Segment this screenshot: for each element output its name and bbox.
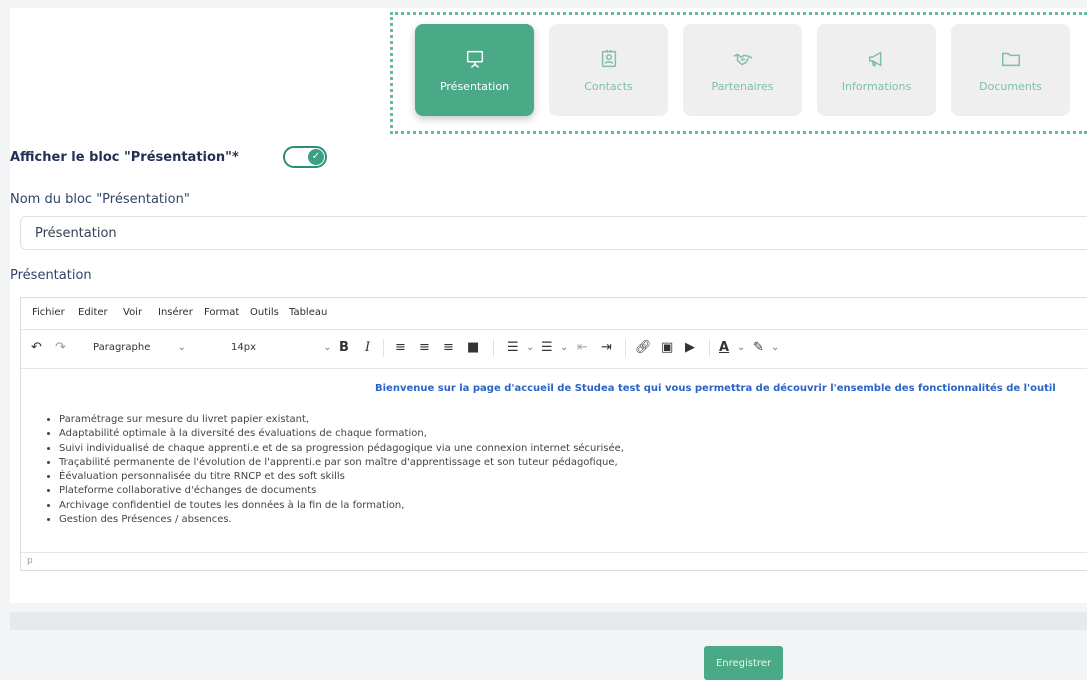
undo-icon[interactable]: ↶ xyxy=(31,340,42,356)
menu-outils[interactable]: Outils xyxy=(250,307,279,318)
editor-toolbar: ↶ ↷ Paragraphe ⌄ 14px ⌄ B I ≡ ≡ ≡ ■ ☰ ⌄ … xyxy=(21,330,1087,369)
rich-text-editor[interactable]: Fichier Editer Voir Insérer Format Outil… xyxy=(20,297,1087,571)
save-button[interactable]: Enregistrer xyxy=(704,646,783,680)
tab-label: Documents xyxy=(979,79,1042,93)
chevron-down-icon[interactable]: ⌄ xyxy=(771,340,779,356)
megaphone-icon xyxy=(868,50,881,67)
bold-icon[interactable]: B xyxy=(339,340,349,356)
list-item: Archivage confidentiel de toutes les don… xyxy=(59,499,624,513)
tab-label: Informations xyxy=(841,79,912,93)
show-block-label: Afficher le bloc "Présentation"* xyxy=(10,150,239,165)
editor-content[interactable]: Bienvenue sur la page d'accueil de Stude… xyxy=(21,369,1087,552)
align-left-icon[interactable]: ≡ xyxy=(395,340,406,356)
menu-voir[interactable]: Voir xyxy=(123,307,142,318)
menu-format[interactable]: Format xyxy=(204,307,239,318)
list-item: Suivi individualisé de chaque apprenti.e… xyxy=(59,442,624,456)
toolbar-divider xyxy=(625,339,626,357)
format-select-value: Paragraphe xyxy=(93,342,151,353)
check-icon: ✓ xyxy=(308,149,324,165)
content-label: Présentation xyxy=(10,268,92,283)
redo-icon[interactable]: ↷ xyxy=(55,340,66,356)
highlight-color-icon[interactable]: ✎ xyxy=(753,340,764,356)
chevron-down-icon[interactable]: ⌄ xyxy=(526,340,534,356)
font-size-select[interactable]: 14px ⌄ xyxy=(231,342,332,353)
align-center-icon[interactable]: ≡ xyxy=(419,340,430,356)
format-select[interactable]: Paragraphe ⌄ xyxy=(93,342,186,353)
italic-icon[interactable]: I xyxy=(365,340,370,356)
tab-documents[interactable]: Documents xyxy=(951,24,1070,116)
font-size-value: 14px xyxy=(231,342,256,353)
align-justify-icon[interactable]: ■ xyxy=(467,340,479,356)
menu-inserer[interactable]: Insérer xyxy=(158,307,193,318)
block-name-input[interactable] xyxy=(20,216,1087,250)
editor-menubar: Fichier Editer Voir Insérer Format Outil… xyxy=(21,298,1087,330)
image-icon[interactable]: ▣ xyxy=(661,340,673,356)
list-item: Gestion des Présences / absences. xyxy=(59,513,624,527)
chevron-down-icon: ⌄ xyxy=(323,342,332,353)
indent-icon[interactable]: ⇥ xyxy=(601,340,612,356)
welcome-text: Bienvenue sur la page d'accueil de Stude… xyxy=(375,383,1056,394)
show-block-toggle[interactable]: ✓ xyxy=(283,146,327,168)
toolbar-divider xyxy=(709,339,710,357)
contact-card-icon xyxy=(601,49,616,67)
media-icon[interactable]: ▶ xyxy=(685,340,695,356)
menu-tableau[interactable]: Tableau xyxy=(289,307,327,318)
folder-icon xyxy=(1001,52,1020,66)
tab-contacts[interactable]: Contacts xyxy=(549,24,668,116)
tab-informations[interactable]: Informations xyxy=(817,24,936,116)
tab-presentation[interactable]: Présentation xyxy=(415,24,534,116)
tab-label: Contacts xyxy=(584,79,633,93)
block-name-label: Nom du bloc "Présentation" xyxy=(10,192,190,207)
tab-label: Présentation xyxy=(439,79,510,93)
element-path: p xyxy=(27,556,33,566)
presentation-board-icon xyxy=(466,50,483,68)
link-icon[interactable]: 🔗︎ xyxy=(635,340,652,356)
align-right-icon[interactable]: ≡ xyxy=(443,340,454,356)
list-item: Paramétrage sur mesure du livret papier … xyxy=(59,413,624,427)
menu-editer[interactable]: Editer xyxy=(78,307,108,318)
handshake-icon xyxy=(733,53,752,65)
bullet-list-icon[interactable]: ☰ xyxy=(507,340,519,356)
numbered-list-icon[interactable]: ☰ xyxy=(541,340,553,356)
editor-statusbar: p xyxy=(21,552,1087,570)
toolbar-divider xyxy=(383,339,384,357)
tab-label: Partenaires xyxy=(711,79,774,93)
chevron-down-icon: ⌄ xyxy=(177,342,186,353)
menu-fichier[interactable]: Fichier xyxy=(32,307,65,318)
tab-partenaires[interactable]: Partenaires xyxy=(683,24,802,116)
list-item: Traçabilité permanente de l'évolution de… xyxy=(59,456,624,470)
toolbar-divider xyxy=(493,339,494,357)
list-item: Plateforme collaborative d'échanges de d… xyxy=(59,484,624,498)
text-color-icon[interactable]: A xyxy=(719,340,729,356)
divider-band xyxy=(10,612,1087,630)
chevron-down-icon[interactable]: ⌄ xyxy=(737,340,745,356)
list-item: Éévaluation personnalisée du titre RNCP … xyxy=(59,470,624,484)
outdent-icon[interactable]: ⇤ xyxy=(577,340,588,356)
chevron-down-icon[interactable]: ⌄ xyxy=(560,340,568,356)
feature-list: Paramétrage sur mesure du livret papier … xyxy=(41,413,624,527)
list-item: Adaptabilité optimale à la diversité des… xyxy=(59,427,624,441)
